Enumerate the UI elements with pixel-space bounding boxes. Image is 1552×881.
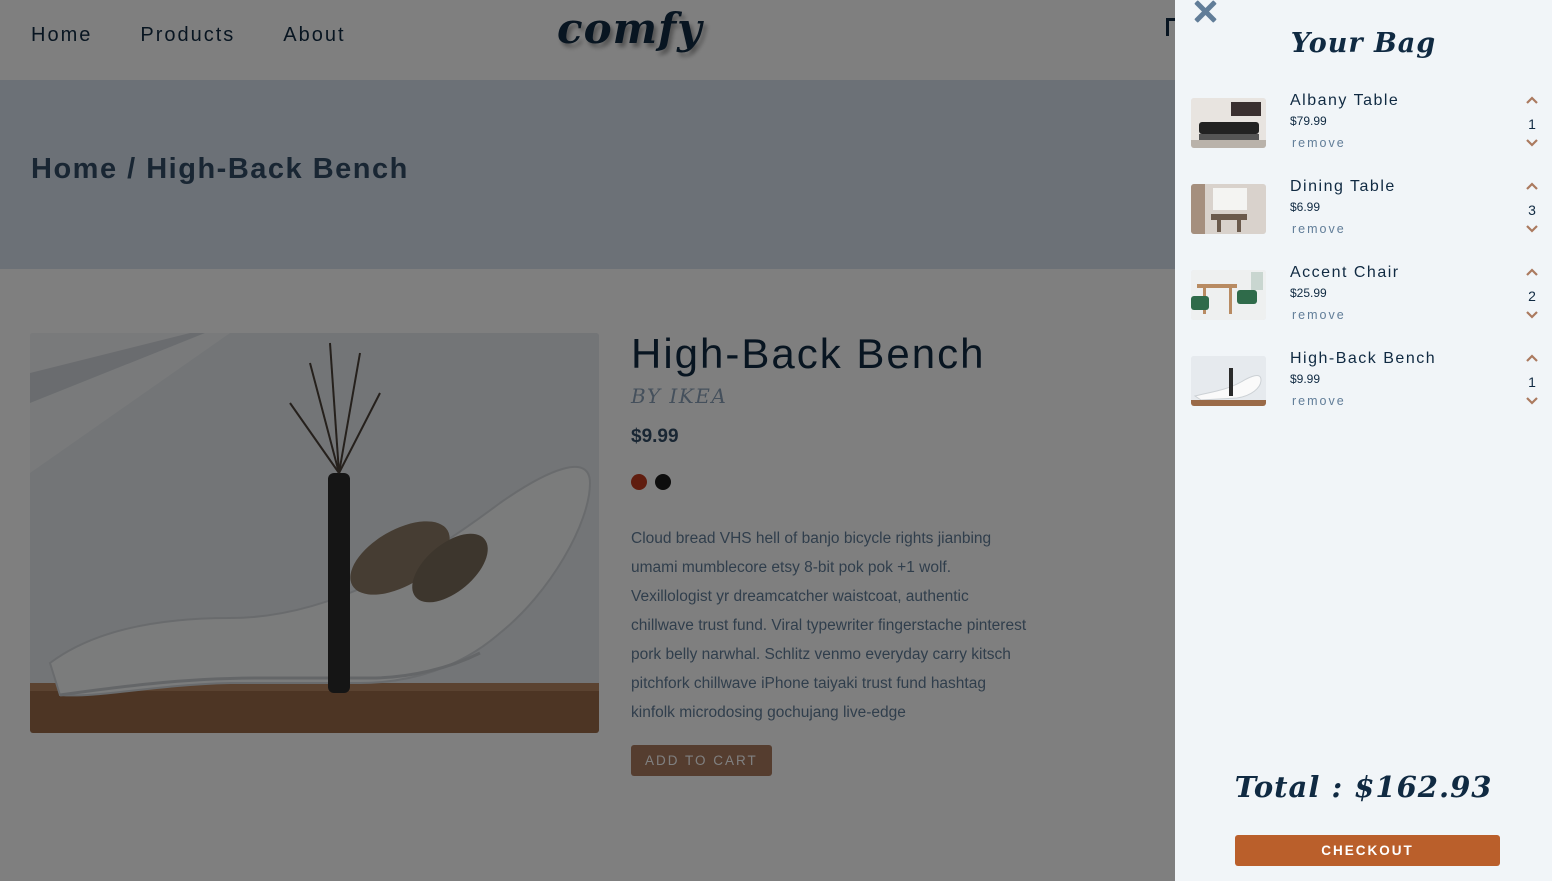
cart-item-image	[1191, 356, 1266, 406]
chevron-down-icon[interactable]	[1525, 309, 1539, 321]
cart-item-name: High-Back Bench	[1290, 350, 1437, 367]
cart-title: Your Bag	[1290, 28, 1437, 59]
cart-item: Albany Table $79.99 remove 1	[1191, 88, 1542, 174]
remove-button[interactable]: remove	[1292, 222, 1346, 236]
cart-item-price: $9.99	[1290, 372, 1321, 386]
remove-button[interactable]: remove	[1292, 136, 1346, 150]
cart-item-quantity: 1	[1528, 374, 1536, 390]
cart-item-image	[1191, 98, 1266, 148]
chevron-up-icon[interactable]	[1525, 352, 1539, 364]
cart-item: High-Back Bench $9.99 remove 1	[1191, 346, 1542, 432]
chevron-down-icon[interactable]	[1525, 223, 1539, 235]
cart-item-price: $25.99	[1290, 286, 1327, 300]
chevron-up-icon[interactable]	[1525, 94, 1539, 106]
cart-item: Dining Table $6.99 remove 3	[1191, 174, 1542, 260]
cart-item-quantity: 3	[1528, 202, 1536, 218]
cart-items: Albany Table $79.99 remove 1 Dining Tabl…	[1191, 88, 1542, 432]
cart-item-image	[1191, 184, 1266, 234]
chevron-down-icon[interactable]	[1525, 137, 1539, 149]
cart-item-name: Dining Table	[1290, 178, 1396, 195]
close-icon[interactable]	[1192, 0, 1218, 24]
cart-item: Accent Chair $25.99 remove 2	[1191, 260, 1542, 346]
cart-item-image	[1191, 270, 1266, 320]
cart-sidebar: Your Bag Albany Table $79.99 remove 1 Di…	[1175, 0, 1552, 881]
cart-item-quantity: 1	[1528, 116, 1536, 132]
remove-button[interactable]: remove	[1292, 308, 1346, 322]
checkout-button[interactable]: CHECKOUT	[1235, 835, 1500, 866]
cart-total: Total : $162.93	[1234, 770, 1493, 804]
cart-item-name: Accent Chair	[1290, 264, 1400, 281]
chevron-up-icon[interactable]	[1525, 180, 1539, 192]
chevron-up-icon[interactable]	[1525, 266, 1539, 278]
cart-item-price: $79.99	[1290, 114, 1327, 128]
cart-item-name: Albany Table	[1290, 92, 1400, 109]
cart-item-quantity: 2	[1528, 288, 1536, 304]
cart-item-price: $6.99	[1290, 200, 1321, 214]
chevron-down-icon[interactable]	[1525, 395, 1539, 407]
remove-button[interactable]: remove	[1292, 394, 1346, 408]
